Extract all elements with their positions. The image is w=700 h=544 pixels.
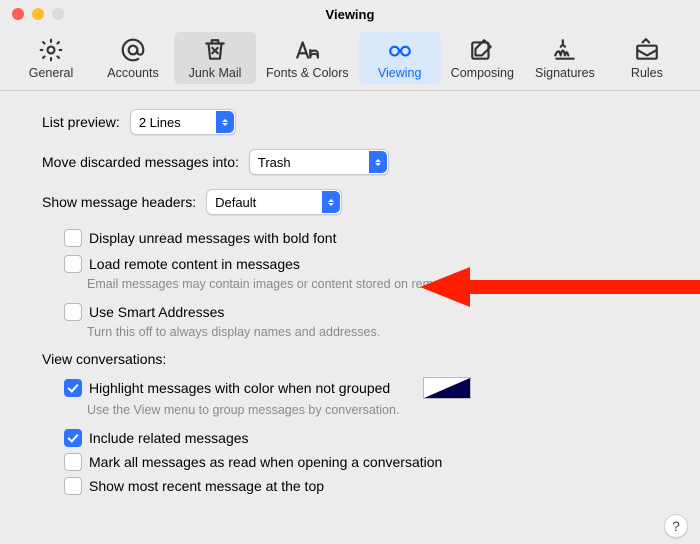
tab-rules[interactable]: Rules <box>606 32 688 84</box>
most-recent-top-checkbox[interactable] <box>64 477 82 495</box>
stepper-arrows-icon <box>216 111 234 133</box>
select-value: Trash <box>258 155 368 170</box>
help-label: ? <box>672 518 680 534</box>
viewing-pane: List preview: 2 Lines Move discarded mes… <box>0 91 700 509</box>
preferences-toolbar: General Accounts Junk Mail Fonts & Color… <box>0 28 700 90</box>
zoom-window-icon[interactable] <box>52 8 64 20</box>
list-preview-select[interactable]: 2 Lines <box>130 109 236 135</box>
tab-label: Fonts & Colors <box>266 66 349 80</box>
load-remote-checkbox[interactable] <box>64 255 82 273</box>
tab-label: General <box>29 66 73 80</box>
tab-label: Rules <box>631 66 663 80</box>
select-value: Default <box>215 195 321 210</box>
tab-accounts[interactable]: Accounts <box>92 32 174 84</box>
titlebar: Viewing <box>0 0 700 28</box>
smart-addresses-checkbox[interactable] <box>64 303 82 321</box>
bold-unread-checkbox[interactable] <box>64 229 82 247</box>
help-button[interactable]: ? <box>664 514 688 538</box>
close-window-icon[interactable] <box>12 8 24 20</box>
tab-signatures[interactable]: Signatures <box>524 32 606 84</box>
minimize-window-icon[interactable] <box>32 8 44 20</box>
highlight-color-hint: Use the View menu to group messages by c… <box>87 403 660 417</box>
mark-all-read-label: Mark all messages as read when opening a… <box>89 454 442 470</box>
signature-icon <box>551 36 579 64</box>
at-icon <box>119 36 147 64</box>
tab-label: Junk Mail <box>189 66 242 80</box>
tab-viewing[interactable]: Viewing <box>359 32 441 84</box>
fonts-icon <box>293 36 321 64</box>
smart-addresses-hint: Turn this off to always display names an… <box>87 325 660 339</box>
show-headers-select[interactable]: Default <box>206 189 342 215</box>
move-discarded-select[interactable]: Trash <box>249 149 389 175</box>
view-conversations-title: View conversations: <box>42 351 660 367</box>
tab-label: Accounts <box>107 66 158 80</box>
load-remote-hint: Email messages may contain images or con… <box>87 277 660 291</box>
rules-icon <box>633 36 661 64</box>
select-value: 2 Lines <box>139 115 215 130</box>
tab-junk-mail[interactable]: Junk Mail <box>174 32 256 84</box>
mark-all-read-checkbox[interactable] <box>64 453 82 471</box>
window-title: Viewing <box>0 7 700 22</box>
show-headers-label: Show message headers: <box>42 194 196 210</box>
options-group: Display unread messages with bold font L… <box>64 229 660 339</box>
gear-icon <box>37 36 65 64</box>
list-preview-label: List preview: <box>42 114 120 130</box>
include-related-label: Include related messages <box>89 430 249 446</box>
tab-composing[interactable]: Composing <box>441 32 524 84</box>
bold-unread-label: Display unread messages with bold font <box>89 230 336 246</box>
move-discarded-label: Move discarded messages into: <box>42 154 239 170</box>
tab-label: Viewing <box>378 66 422 80</box>
tab-fonts-colors[interactable]: Fonts & Colors <box>256 32 359 84</box>
stepper-arrows-icon <box>322 191 340 213</box>
tab-label: Composing <box>451 66 514 80</box>
compose-icon <box>468 36 496 64</box>
most-recent-top-label: Show most recent message at the top <box>89 478 324 494</box>
glasses-icon <box>386 36 414 64</box>
highlight-color-swatch[interactable] <box>423 377 471 399</box>
tab-label: Signatures <box>535 66 595 80</box>
smart-addresses-label: Use Smart Addresses <box>89 304 224 320</box>
conversations-group: Highlight messages with color when not g… <box>64 377 660 495</box>
tab-general[interactable]: General <box>10 32 92 84</box>
stepper-arrows-icon <box>369 151 387 173</box>
load-remote-label: Load remote content in messages <box>89 256 300 272</box>
trash-x-icon <box>201 36 229 64</box>
include-related-checkbox[interactable] <box>64 429 82 447</box>
traffic-lights <box>0 8 64 20</box>
highlight-color-checkbox[interactable] <box>64 379 82 397</box>
highlight-color-label: Highlight messages with color when not g… <box>89 380 390 396</box>
